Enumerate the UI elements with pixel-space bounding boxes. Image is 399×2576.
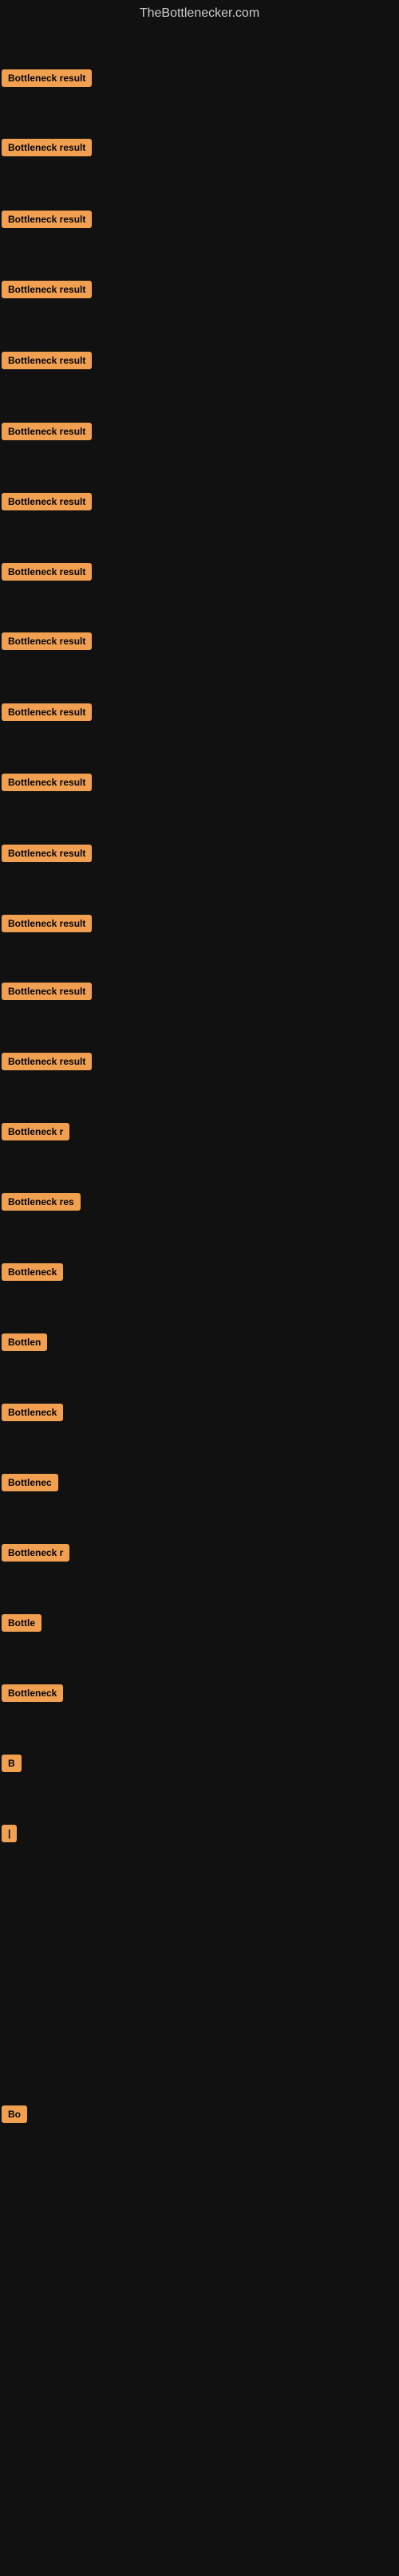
bottleneck-badge-7: Bottleneck result — [2, 563, 92, 581]
bottleneck-badge-19: Bottleneck — [2, 1404, 63, 1421]
badges-container: Bottleneck result Bottleneck result Bottle… — [0, 24, 399, 2576]
bottleneck-badge-1: Bottleneck result — [2, 139, 92, 156]
bottleneck-badge-17: Bottleneck — [2, 1263, 63, 1281]
bottleneck-badge-21: Bottleneck r — [2, 1544, 69, 1562]
site-title: TheBottlenecker.com — [0, 0, 399, 24]
bottleneck-badge-12: Bottleneck result — [2, 915, 92, 932]
bottleneck-badge-14: Bottleneck result — [2, 1053, 92, 1070]
bottleneck-badge-15: Bottleneck r — [2, 1123, 69, 1140]
bottleneck-badge-25: | — [2, 1825, 17, 1842]
bottleneck-badge-10: Bottleneck result — [2, 774, 92, 791]
bottleneck-badge-26: Bo — [2, 2105, 27, 2123]
bottleneck-badge-13: Bottleneck result — [2, 983, 92, 1000]
bottleneck-badge-4: Bottleneck result — [2, 352, 92, 369]
bottleneck-badge-22: Bottle — [2, 1614, 41, 1632]
bottleneck-badge-0: Bottleneck result — [2, 69, 92, 87]
bottleneck-badge-9: Bottleneck result — [2, 703, 92, 721]
site-header: TheBottlenecker.com — [0, 0, 399, 24]
bottleneck-badge-23: Bottleneck — [2, 1684, 63, 1702]
bottleneck-badge-18: Bottlen — [2, 1333, 47, 1351]
bottleneck-badge-3: Bottleneck result — [2, 281, 92, 298]
bottleneck-badge-2: Bottleneck result — [2, 211, 92, 228]
bottleneck-badge-11: Bottleneck result — [2, 845, 92, 862]
bottleneck-badge-24: B — [2, 1755, 22, 1772]
bottleneck-badge-16: Bottleneck res — [2, 1193, 81, 1211]
bottleneck-badge-5: Bottleneck result — [2, 423, 92, 440]
bottleneck-badge-8: Bottleneck result — [2, 632, 92, 650]
bottleneck-badge-6: Bottleneck result — [2, 493, 92, 510]
bottleneck-badge-20: Bottlenec — [2, 1474, 58, 1491]
